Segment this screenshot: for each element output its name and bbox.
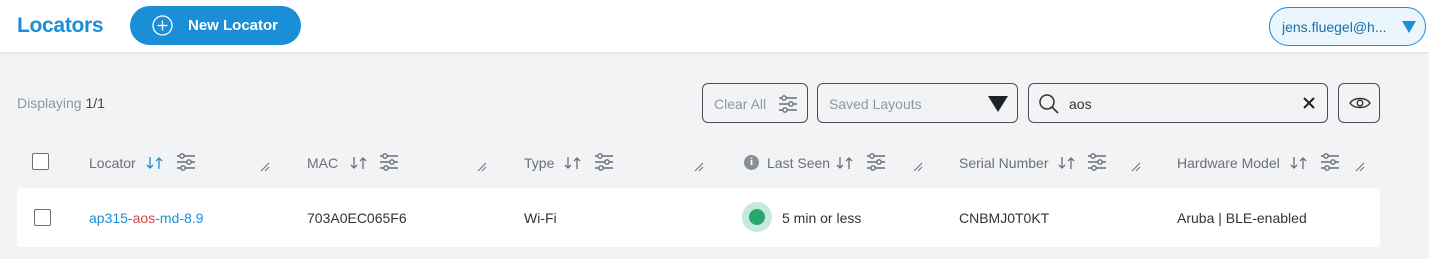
column-label: MAC [307,155,339,171]
column-label: Last Seen [767,155,831,171]
page-title: Locators [17,14,104,37]
table-header: Locator MAC Type i Last Seen Serial Numb… [17,140,1380,184]
user-menu-button[interactable]: jens.fluegel@h... [1269,7,1426,46]
filter-sliders-icon [779,95,797,113]
locator-link[interactable]: ap315-aos-md-8.9 [89,210,203,226]
clear-all-button[interactable]: Clear All [702,83,808,123]
sort-arrows-icon[interactable] [836,156,854,170]
sort-arrows-icon[interactable] [350,156,368,170]
sort-arrows-icon[interactable] [1058,156,1076,170]
eye-icon [1349,97,1371,109]
column-visibility-button[interactable] [1338,83,1380,123]
select-all-checkbox[interactable] [32,153,49,170]
filter-sliders-icon[interactable] [176,152,196,172]
locator-name-suffix: -md-8.9 [155,210,204,226]
sort-arrows-icon[interactable] [146,156,164,170]
resize-handle-icon[interactable] [694,162,704,172]
saved-layouts-label: Saved Layouts [829,96,922,112]
column-label: Type [524,155,555,171]
resize-handle-icon[interactable] [477,162,487,172]
column-header-serial-number[interactable]: Serial Number [959,140,1149,184]
search-icon [1039,94,1059,114]
saved-layouts-dropdown[interactable]: Saved Layouts [817,83,1018,123]
resize-handle-icon[interactable] [1355,162,1365,172]
column-label: Serial Number [959,155,1049,171]
caret-down-icon [1402,21,1416,33]
info-icon[interactable]: i [744,155,759,170]
user-label: jens.fluegel@h... [1282,19,1387,35]
column-header-last-seen[interactable]: i Last Seen [744,140,934,184]
column-label: Hardware Model [1177,155,1280,171]
displaying-label: Displaying [17,95,82,111]
resize-handle-icon[interactable] [913,162,923,172]
new-locator-button[interactable]: New Locator [130,6,301,45]
hardware-model-cell: Aruba | BLE-enabled [1177,210,1307,226]
clear-all-label: Clear All [714,96,767,112]
column-label: Locator [89,155,136,171]
displaying-count: Displaying 1/1 [17,95,105,111]
top-bar: Locators New Locator jens.fluegel@h... [0,0,1429,52]
mac-cell: 703A0EC065F6 [307,210,407,226]
last-seen-cell: 5 min or less [782,210,862,226]
column-header-type[interactable]: Type [524,140,714,184]
resize-handle-icon[interactable] [260,162,270,172]
filter-sliders-icon[interactable] [594,152,614,172]
type-cell: Wi-Fi [524,210,557,226]
column-header-hardware-model[interactable]: Hardware Model [1177,140,1377,184]
search-match-highlight: aos [132,210,156,226]
filter-sliders-icon[interactable] [1087,152,1107,172]
locator-name-prefix: ap315- [89,210,133,226]
new-locator-label: New Locator [188,17,279,34]
filter-sliders-icon[interactable] [1320,152,1340,172]
status-dot-icon [742,202,772,232]
sort-arrows-icon[interactable] [564,156,582,170]
resize-handle-icon[interactable] [1131,162,1141,172]
caret-down-icon [988,96,1008,112]
table-row[interactable]: ap315-aos-md-8.9 703A0EC065F6 Wi-Fi 5 mi… [17,188,1380,247]
sort-arrows-icon[interactable] [1290,156,1308,170]
displaying-value: 1/1 [85,95,105,111]
column-header-mac[interactable]: MAC [307,140,497,184]
search-input[interactable] [1069,94,1289,114]
search-box[interactable] [1028,83,1328,123]
serial-number-cell: CNBMJ0T0KT [959,210,1050,226]
row-checkbox[interactable] [34,209,51,226]
filter-sliders-icon[interactable] [866,152,886,172]
filter-sliders-icon[interactable] [379,152,399,172]
close-icon[interactable] [1303,97,1315,109]
column-header-locator[interactable]: Locator [89,140,279,184]
plus-circle-icon [152,15,173,36]
